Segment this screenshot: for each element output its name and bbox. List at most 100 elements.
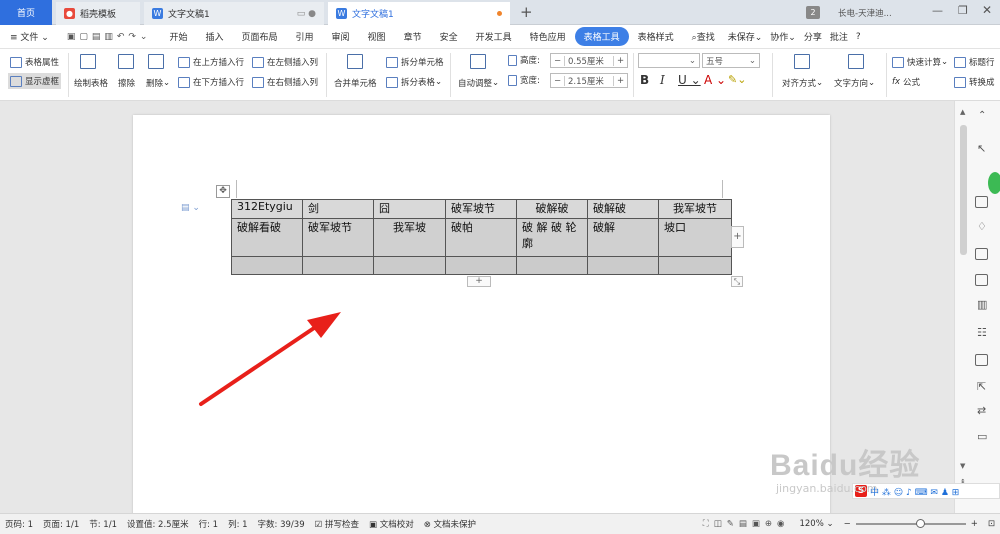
cursor-icon[interactable]: ↖ bbox=[977, 142, 986, 155]
export-icon[interactable]: ⇱ bbox=[977, 380, 986, 393]
menu-start[interactable]: 开始 bbox=[160, 30, 196, 43]
table-cell[interactable] bbox=[231, 256, 303, 275]
insert-col-right-button[interactable]: 在右侧插入列 bbox=[252, 76, 318, 88]
menu-features[interactable]: 特色应用 bbox=[521, 30, 575, 43]
translate-icon[interactable]: ⇄ bbox=[977, 404, 986, 417]
decrease-height-button[interactable]: − bbox=[551, 55, 565, 66]
font-name-select[interactable]: ⌄ bbox=[638, 53, 700, 68]
setting-value[interactable]: 设置值: 2.5厘米 bbox=[122, 518, 194, 530]
paragraph-style-icon[interactable]: ▤ ⌄ bbox=[181, 203, 200, 213]
table-cell[interactable]: 囧 bbox=[373, 199, 446, 219]
user-account[interactable]: 长电-天津迪... bbox=[838, 7, 918, 19]
zoom-slider-thumb[interactable] bbox=[915, 519, 925, 528]
table-cell[interactable] bbox=[302, 256, 374, 275]
table-cell[interactable]: 破军坡节 bbox=[302, 218, 374, 257]
table-cell[interactable]: 我军坡 bbox=[373, 218, 446, 257]
close-window-icon[interactable]: ✕ bbox=[982, 3, 992, 17]
collab-button[interactable]: 协作⌄ bbox=[766, 30, 800, 43]
table-cell[interactable]: 破解破 bbox=[516, 199, 588, 219]
split-table-button[interactable]: 拆分表格 ⌄ bbox=[386, 76, 442, 88]
row-indicator[interactable]: 行: 1 bbox=[194, 518, 223, 530]
convert-button[interactable]: 转换成 bbox=[954, 76, 995, 88]
menu-security[interactable]: 安全 bbox=[431, 30, 467, 43]
minimize-icon[interactable]: — bbox=[932, 4, 943, 17]
table-cell[interactable]: 破解看破 bbox=[231, 218, 303, 257]
table-cell[interactable] bbox=[445, 256, 517, 275]
page-number[interactable]: 页码: 1 bbox=[0, 518, 38, 530]
table-cell[interactable]: 剑 bbox=[302, 199, 374, 219]
view-mode-icons[interactable]: ⛶◫✎▤▣⊕◉ bbox=[698, 519, 795, 529]
box-icon[interactable]: ▭ bbox=[977, 430, 987, 443]
highlight-button[interactable]: ✎⌄ bbox=[728, 73, 746, 86]
alignment-button[interactable]: 对齐方式 ⌄ bbox=[782, 77, 823, 89]
table-cell[interactable] bbox=[373, 256, 446, 275]
scroll-down-icon[interactable]: ▼ bbox=[960, 462, 965, 470]
unsaved-button[interactable]: 未保存⌄ bbox=[724, 30, 767, 43]
insert-row-below-button[interactable]: 在下方插入行 bbox=[178, 76, 244, 88]
menu-table-style[interactable]: 表格样式 bbox=[629, 30, 683, 43]
menu-table-tools[interactable]: 表格工具 bbox=[574, 27, 629, 46]
insert-row-above-button[interactable]: 在上方插入行 bbox=[178, 56, 244, 68]
table-cell[interactable]: 坡口 bbox=[658, 218, 732, 257]
restore-icon[interactable]: ❐ bbox=[958, 4, 968, 17]
autofit-button[interactable]: 自动调整 ⌄ bbox=[458, 77, 499, 89]
shapes-icon[interactable] bbox=[975, 196, 988, 208]
italic-button[interactable]: I bbox=[660, 73, 665, 87]
merge-cells-button[interactable]: 合并单元格 bbox=[334, 77, 377, 89]
split-cell-button[interactable]: 拆分单元格 bbox=[386, 56, 444, 68]
image-icon[interactable] bbox=[975, 354, 988, 366]
table-cell[interactable]: 破军坡节 bbox=[445, 199, 517, 219]
resize-table-icon[interactable]: ⤡ bbox=[731, 276, 743, 287]
menu-review[interactable]: 审阅 bbox=[323, 30, 359, 43]
comment-button[interactable]: 批注 bbox=[826, 30, 852, 43]
table-cell[interactable]: 312Etygiu bbox=[231, 199, 303, 219]
increase-width-button[interactable]: + bbox=[613, 75, 627, 86]
table-cell[interactable]: 我军坡节 bbox=[658, 199, 732, 219]
scrollbar-thumb[interactable] bbox=[960, 125, 967, 255]
window-count-badge[interactable]: 2 bbox=[806, 6, 820, 19]
section-count[interactable]: 节: 1/1 bbox=[84, 518, 122, 530]
menu-insert[interactable]: 插入 bbox=[196, 30, 232, 43]
share-button[interactable]: 分享 bbox=[800, 30, 826, 43]
delete-button[interactable]: 删除 ⌄ bbox=[146, 77, 170, 89]
tab-home[interactable]: 首页 bbox=[0, 0, 52, 25]
new-tab-button[interactable]: + bbox=[520, 3, 533, 21]
menu-file[interactable]: ≡ 文件 ⌄ bbox=[0, 30, 58, 43]
help-button[interactable]: ? bbox=[852, 32, 865, 42]
quick-calc-button[interactable]: 快速计算 ⌄ bbox=[892, 56, 948, 68]
col-indicator[interactable]: 列: 1 bbox=[223, 518, 252, 530]
table-cell[interactable]: 破 解 破 轮 廓 bbox=[516, 218, 588, 257]
erase-button[interactable]: 擦除 bbox=[118, 77, 135, 89]
insert-col-left-button[interactable]: 在左侧插入列 bbox=[252, 56, 318, 68]
scroll-up-icon[interactable]: ▲ bbox=[960, 108, 965, 116]
search-button[interactable]: ⌕查找 bbox=[683, 30, 724, 43]
word-count[interactable]: 字数: 39/39 bbox=[253, 518, 310, 530]
title-row-button[interactable]: 标题行 bbox=[954, 56, 995, 68]
table-cell[interactable]: 破解破 bbox=[587, 199, 659, 219]
add-row-button[interactable]: + bbox=[467, 276, 491, 287]
table-cell[interactable]: 破解 bbox=[587, 218, 659, 257]
font-size-select[interactable]: 五号 ⌄ bbox=[702, 53, 760, 68]
expand-panel-icon[interactable]: ⌃ bbox=[978, 110, 986, 121]
table-cell[interactable]: 破帕 bbox=[445, 218, 517, 257]
zoom-level[interactable]: 120% ⌄ bbox=[794, 519, 838, 529]
table-properties-button[interactable]: 表格属性 bbox=[10, 56, 59, 68]
layout-icon[interactable] bbox=[975, 274, 988, 286]
chart-icon[interactable]: ▥ bbox=[977, 298, 987, 311]
table-move-handle-icon[interactable]: ✥ bbox=[216, 185, 230, 198]
close-icon[interactable]: ▭ ● bbox=[297, 9, 316, 19]
menu-developer[interactable]: 开发工具 bbox=[467, 30, 521, 43]
height-value[interactable]: 0.55厘米 bbox=[565, 55, 613, 67]
width-stepper[interactable]: −2.15厘米 + bbox=[550, 73, 628, 88]
proofread-button[interactable]: ▣ 文档校对 bbox=[364, 518, 419, 530]
zoom-out-button[interactable]: − bbox=[839, 519, 856, 529]
zoom-in-button[interactable]: + bbox=[966, 519, 983, 529]
menu-page-layout[interactable]: 页面布局 bbox=[233, 30, 287, 43]
tab-docer-templates[interactable]: ● 稻壳模板 bbox=[56, 2, 140, 25]
fill-icon[interactable]: ♢ bbox=[977, 220, 987, 233]
bold-button[interactable]: B bbox=[640, 73, 649, 87]
decrease-width-button[interactable]: − bbox=[551, 75, 565, 86]
text-direction-button[interactable]: 文字方向 ⌄ bbox=[834, 77, 875, 89]
document-table[interactable]: 312Etygiu 剑 囧 破军坡节 破解破 破解破 我军坡节 破解看破 破军坡… bbox=[231, 199, 732, 275]
formula-button[interactable]: fx 公式 bbox=[892, 76, 920, 88]
